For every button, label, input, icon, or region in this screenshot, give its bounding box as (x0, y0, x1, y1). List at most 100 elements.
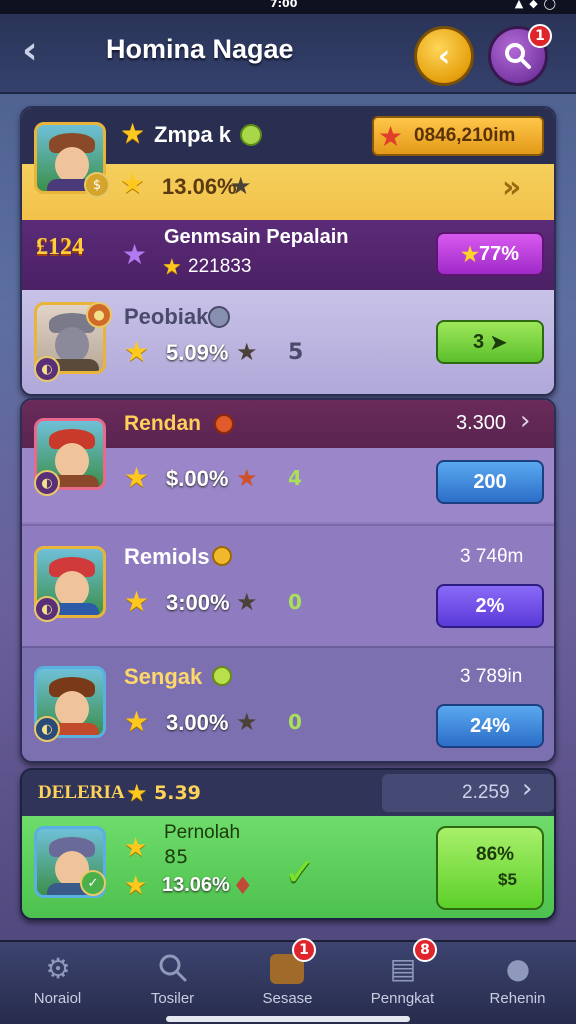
star-icon: ★ (122, 238, 148, 271)
tab-bar: ⚙ Noraiol Tosiler 1 Sesase ▤ 8 Penngkat … (0, 938, 576, 1024)
star-icon: ★ (120, 167, 146, 200)
gold-action-button[interactable]: ‹ (414, 26, 474, 86)
chevron-right-icon[interactable]: › (520, 406, 530, 436)
star-icon: ★ (126, 779, 148, 807)
status-bar: 7:00 ▲◆◯ (0, 0, 576, 14)
level-badge: £124 (36, 234, 84, 261)
star-dark-icon: ★ (236, 338, 258, 366)
player-row[interactable]: ◐ Sengak 3 789in ★ 3.00% ★ 0 24% (22, 646, 554, 761)
section-header-title: DELERIA (38, 782, 125, 803)
panel-section: DELERIA ★ 5.39 2.259 › ✓ Pernolah ★ 85 ★… (20, 768, 556, 920)
star-icon: ★ (461, 243, 479, 266)
player-value: 3 789in (460, 666, 523, 687)
tab-label: Penngkat (370, 990, 435, 1007)
tab-noraiol[interactable]: ⚙ Noraiol (0, 942, 115, 1024)
chevron-left-icon: ‹ (437, 38, 451, 74)
promo-title: Genmsain Pepalain (164, 226, 349, 248)
heart-icon: ♦ (232, 872, 254, 900)
tab-sesase[interactable]: 1 Sesase (230, 938, 345, 1024)
player-row-highlighted[interactable]: ✓ Pernolah ★ 85 ★ 13.06% ♦ ✓ 86% $5 (22, 816, 554, 918)
check-badge-icon: ✓ (80, 870, 106, 896)
rank-badge-icon: ◐ (34, 470, 60, 496)
star-icon: ★ (120, 117, 146, 150)
gear-icon: ⚙ (45, 951, 71, 985)
player-percent: $.00% (166, 466, 229, 491)
player-count: 0 (288, 710, 302, 734)
section-header[interactable]: DELERIA ★ 5.39 2.259 › (22, 770, 554, 816)
player-value: 3 74θm (460, 546, 524, 567)
green-orb-icon (240, 124, 262, 146)
player-percent: 3.00% (166, 710, 229, 735)
tab-rehenin[interactable]: ● Rehenin (460, 942, 575, 1024)
star-dark-icon: ★ (236, 708, 258, 736)
status-time: 7:00 (270, 0, 298, 10)
tab-badge: 8 (413, 938, 437, 962)
fire-icon (214, 414, 234, 434)
chevron-double-icon[interactable]: » (502, 170, 521, 205)
player-pill-value: 3 (473, 330, 485, 353)
section-header-score: 5.39 (154, 782, 201, 804)
status-icons: ▲◆◯ (514, 0, 562, 10)
tab-label: Noraiol (33, 990, 82, 1007)
reward-top: 86% (476, 844, 515, 865)
back-button[interactable]: ‹ (22, 31, 58, 72)
chevron-right-icon[interactable]: › (522, 774, 532, 804)
player-percent: 3:00% (166, 590, 230, 615)
search-icon (153, 948, 193, 988)
player-name: Peobiak (124, 304, 209, 329)
player-pill-value: 24% (469, 714, 511, 737)
player-pill-button[interactable]: 24% (436, 704, 544, 748)
player-sub: 85 (164, 846, 189, 868)
star-icon: ★ (124, 871, 148, 901)
page-title: Homina Nagae (106, 34, 294, 64)
player-percent: 13.06% (162, 874, 230, 896)
header: ‹ Homina Nagae ‹ 1 (0, 14, 576, 94)
group-header-value: 3.300 (456, 412, 507, 434)
tab-penngkat[interactable]: ▤ 8 Penngkat (345, 938, 460, 1024)
sun-icon (212, 546, 232, 566)
star-red-icon: ★ (236, 464, 258, 492)
star-icon: ★ (162, 255, 182, 280)
featured-row[interactable]: $ ★ Zmpa k 0846,210im ★ ★ 13.06% ★ » (22, 108, 554, 220)
coin-badge-icon: $ (84, 172, 110, 198)
green-orb-icon (212, 666, 232, 686)
player-name: Remiols (124, 544, 210, 569)
player-count: 0 (288, 590, 302, 614)
level-value: 124 (48, 234, 84, 260)
arrow-right-icon: ➤ (490, 331, 507, 354)
player-pill-button[interactable]: 200 (436, 460, 544, 504)
player-row[interactable]: ◐ ★ $.00% ★ 4 200 (22, 418, 554, 522)
search-icon (505, 43, 531, 69)
tab-tosiler[interactable]: Tosiler (115, 942, 230, 1024)
tab-label: Sesase (262, 990, 313, 1007)
reward-button[interactable]: 86% $5 (436, 826, 544, 910)
rank-badge-icon: ◐ (34, 596, 60, 622)
tab-badge: 1 (292, 938, 316, 962)
rank-badge-icon: ◐ (34, 716, 60, 742)
promo-pill-button[interactable]: ★ 77% (436, 232, 544, 276)
star-icon: ★ (124, 461, 150, 494)
tab-label: Rehenin (489, 990, 546, 1007)
featured-name: Zmpa k (154, 122, 232, 147)
fire-badge-icon: ● (86, 302, 112, 328)
home-indicator[interactable] (166, 1016, 410, 1022)
star-dark-icon: ★ (230, 172, 252, 200)
profile-icon: ● (505, 951, 531, 985)
promo-row[interactable]: £124 ★ Genmsain Pepalain ★ 221833 ★ 77% (22, 220, 554, 290)
player-pill-button[interactable]: 3 ➤ (436, 320, 544, 364)
player-pill-value: 200 (473, 470, 507, 493)
checkmark-icon: ✓ (284, 850, 316, 894)
search-badge: 1 (528, 24, 552, 48)
player-row[interactable]: ◐ ● Peobiak ★ 5.09% ★ 5 3 ➤ (22, 290, 554, 394)
star-icon: ★ (124, 335, 150, 368)
player-pill-button[interactable]: 2% (436, 584, 544, 628)
currency-value: 0846,210im (414, 125, 516, 146)
star-dark-icon: ★ (236, 588, 258, 616)
player-count: 4 (288, 466, 302, 490)
player-row[interactable]: ◐ Remiols 3 74θm ★ 3:00% ★ 0 2% (22, 524, 554, 646)
star-icon: ★ (124, 833, 148, 863)
tab-label: Tosiler (150, 990, 195, 1007)
player-count: 5 (288, 340, 304, 365)
group-header-name: Rendan (124, 412, 202, 435)
player-name: Sengak (124, 664, 203, 689)
